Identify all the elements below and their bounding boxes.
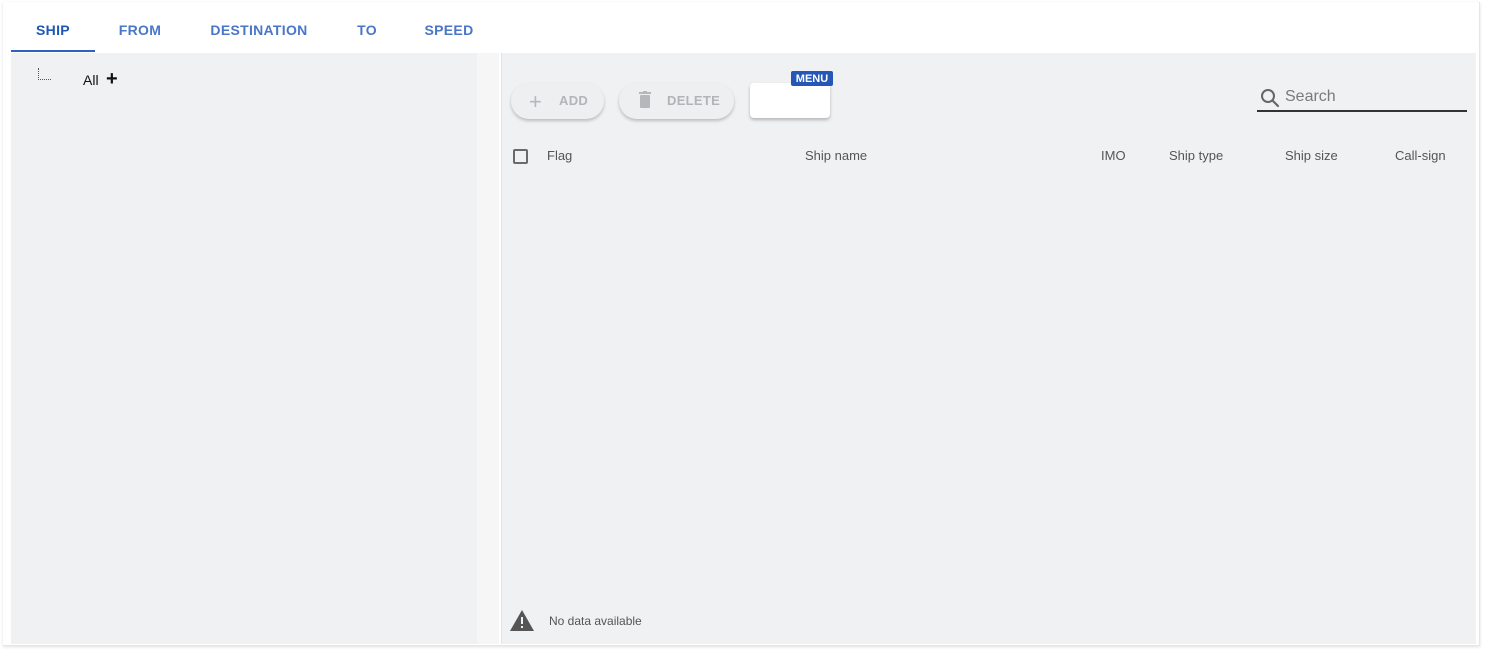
app-frame: SHIP FROM DESTINATION TO SPEED All + + A… xyxy=(0,0,1491,649)
add-button[interactable]: + ADD xyxy=(511,83,604,119)
plus-icon: + xyxy=(529,89,543,114)
column-header-ship-type[interactable]: Ship type xyxy=(1169,148,1223,163)
search-input[interactable] xyxy=(1285,86,1465,108)
column-header-ship-size[interactable]: Ship size xyxy=(1285,148,1338,163)
pane-divider[interactable] xyxy=(477,53,499,644)
tree-node-all[interactable]: All xyxy=(83,72,99,88)
delete-button[interactable]: DELETE xyxy=(619,83,734,119)
tab-speed[interactable]: SPEED xyxy=(401,8,497,52)
search-icon xyxy=(1261,89,1280,108)
delete-button-label: DELETE xyxy=(667,93,721,108)
tree-pane xyxy=(11,53,477,644)
tree-add-button[interactable]: + xyxy=(106,68,118,90)
column-header-imo[interactable]: IMO xyxy=(1101,148,1126,163)
select-all-checkbox[interactable] xyxy=(513,149,528,164)
tab-from[interactable]: FROM xyxy=(95,8,185,52)
empty-state-message: No data available xyxy=(549,614,642,628)
tab-to[interactable]: TO xyxy=(333,8,401,52)
add-button-label: ADD xyxy=(559,93,589,108)
tree-connector xyxy=(38,68,51,80)
search-field xyxy=(1257,84,1467,112)
menu-badge: MENU xyxy=(791,71,833,86)
tab-ship[interactable]: SHIP xyxy=(11,8,95,52)
menu-button[interactable] xyxy=(750,83,830,118)
warning-icon xyxy=(510,610,534,631)
trash-icon xyxy=(639,91,651,108)
column-header-call-sign[interactable]: Call-sign xyxy=(1395,148,1446,163)
column-header-ship-name[interactable]: Ship name xyxy=(805,148,867,163)
tab-destination[interactable]: DESTINATION xyxy=(185,8,333,52)
column-header-flag[interactable]: Flag xyxy=(547,148,572,163)
tab-bar: SHIP FROM DESTINATION TO SPEED xyxy=(11,8,497,52)
